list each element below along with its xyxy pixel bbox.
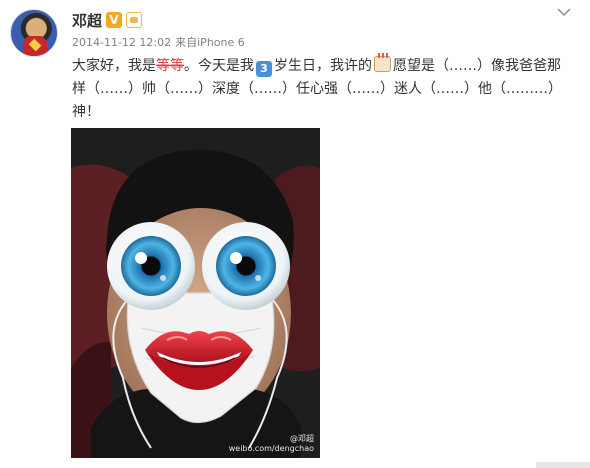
post-text-part-1: 大家好，我是 (72, 58, 156, 74)
post-source[interactable]: iPhone 6 (197, 36, 245, 49)
user-name[interactable]: 邓超 (72, 11, 102, 31)
post-text-part-3: 岁生日，我许的 (274, 58, 372, 74)
post-image[interactable]: @邓超 weibo.com/dengchao (71, 128, 320, 458)
post-text-part-2: 。今天是我 (184, 58, 254, 74)
watermark-url: weibo.com/dengchao (228, 444, 314, 453)
image-watermark: @邓超 weibo.com/dengchao (229, 434, 314, 454)
bottom-edge-bar (536, 462, 590, 468)
post-timestamp[interactable]: 2014-11-12 12:02 (72, 36, 171, 49)
chevron-down-icon[interactable] (556, 6, 572, 18)
post-meta: 2014-11-12 12:02 来自iPhone 6 (72, 35, 249, 51)
avatar[interactable] (10, 9, 58, 57)
verified-v-icon[interactable]: V (106, 12, 122, 28)
member-crown-icon[interactable] (126, 12, 142, 28)
post-text: 大家好，我是等等。今天是我 3 岁生日，我许的 愿望是（……）像我爸爸那样（……）帅（… (72, 53, 572, 124)
birthday-cake-icon (374, 53, 391, 72)
source-prefix: 来自 (175, 36, 198, 49)
post-text-strikethrough: 等等 (156, 58, 184, 74)
keycap-3-icon: 3 (256, 61, 272, 77)
watermark-handle: @邓超 (290, 434, 314, 443)
weibo-logo-icon: @邓超 (229, 434, 314, 444)
selfie-illustration (71, 128, 320, 458)
